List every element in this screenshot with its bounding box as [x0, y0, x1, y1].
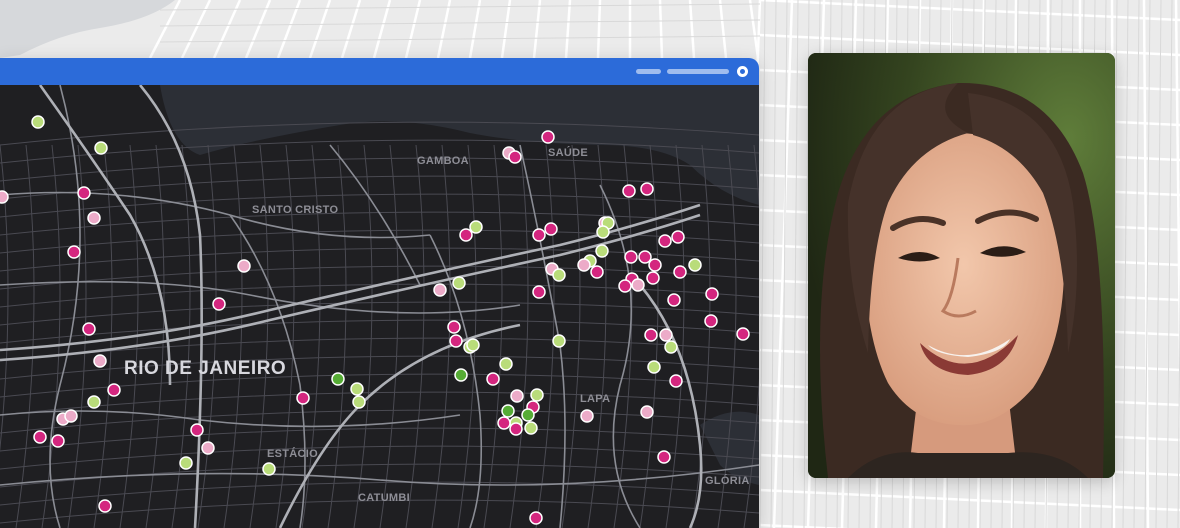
map-marker[interactable]	[530, 388, 544, 402]
map-marker[interactable]	[544, 222, 558, 236]
map-marker[interactable]	[590, 265, 604, 279]
map-marker[interactable]	[510, 389, 524, 403]
city-label: RIO DE JANEIRO	[124, 358, 287, 379]
map-marker[interactable]	[179, 456, 193, 470]
map-marker[interactable]	[212, 297, 226, 311]
map-marker[interactable]	[77, 186, 91, 200]
map-app-window[interactable]: GAMBOA SAÚDE SANTO CRISTO ESTÁCIO CATUMB…	[0, 58, 759, 528]
map-marker[interactable]	[296, 391, 310, 405]
map-marker[interactable]	[262, 462, 276, 476]
map-marker[interactable]	[657, 450, 671, 464]
map-marker[interactable]	[64, 409, 78, 423]
map-marker[interactable]	[201, 441, 215, 455]
map-marker[interactable]	[87, 211, 101, 225]
district-label-catumbi: CATUMBI	[358, 492, 410, 504]
map-marker[interactable]	[433, 283, 447, 297]
map-marker[interactable]	[98, 499, 112, 513]
map-marker[interactable]	[673, 265, 687, 279]
map-marker[interactable]	[497, 416, 511, 430]
map-marker[interactable]	[508, 150, 522, 164]
map-marker[interactable]	[705, 287, 719, 301]
map-marker[interactable]	[93, 354, 107, 368]
dark-city-map[interactable]: GAMBOA SAÚDE SANTO CRISTO ESTÁCIO CATUMB…	[0, 85, 759, 528]
map-marker[interactable]	[459, 228, 473, 242]
map-marker[interactable]	[469, 220, 483, 234]
map-marker[interactable]	[350, 382, 364, 396]
district-label-lapa: LAPA	[580, 393, 611, 405]
map-marker[interactable]	[87, 395, 101, 409]
map-marker[interactable]	[0, 190, 9, 204]
map-marker[interactable]	[237, 259, 251, 273]
map-marker[interactable]	[449, 334, 463, 348]
map-marker[interactable]	[596, 225, 610, 239]
map-marker[interactable]	[640, 405, 654, 419]
map-marker[interactable]	[622, 184, 636, 198]
map-marker[interactable]	[577, 258, 591, 272]
map-marker[interactable]	[529, 511, 543, 525]
map-marker[interactable]	[688, 258, 702, 272]
map-marker[interactable]	[658, 234, 672, 248]
district-label-gloria: GLÓRIA	[705, 475, 750, 487]
map-marker[interactable]	[664, 340, 678, 354]
map-marker[interactable]	[552, 334, 566, 348]
map-marker[interactable]	[552, 268, 566, 282]
map-marker[interactable]	[331, 372, 345, 386]
map-marker[interactable]	[466, 338, 480, 352]
district-label-saude: SAÚDE	[548, 147, 589, 159]
map-marker[interactable]	[669, 374, 683, 388]
map-marker[interactable]	[595, 244, 609, 258]
map-marker[interactable]	[82, 322, 96, 336]
map-marker[interactable]	[640, 182, 654, 196]
map-marker[interactable]	[532, 228, 546, 242]
title-bar-placeholder	[636, 69, 661, 74]
map-marker[interactable]	[671, 230, 685, 244]
map-marker[interactable]	[736, 327, 750, 341]
map-marker[interactable]	[67, 245, 81, 259]
portrait-illustration	[808, 53, 1115, 478]
map-marker[interactable]	[501, 404, 515, 418]
map-marker[interactable]	[190, 423, 204, 437]
portrait-photo	[808, 53, 1115, 478]
map-marker[interactable]	[638, 250, 652, 264]
window-title-bar	[0, 58, 759, 85]
map-marker[interactable]	[521, 408, 535, 422]
map-marker[interactable]	[646, 271, 660, 285]
map-marker[interactable]	[107, 383, 121, 397]
map-marker[interactable]	[631, 278, 645, 292]
map-marker[interactable]	[51, 434, 65, 448]
district-label-santo-cristo: SANTO CRISTO	[252, 204, 339, 216]
map-marker[interactable]	[94, 141, 108, 155]
map-marker[interactable]	[647, 360, 661, 374]
map-marker[interactable]	[452, 276, 466, 290]
map-marker[interactable]	[447, 320, 461, 334]
map-marker[interactable]	[624, 250, 638, 264]
title-bar-placeholder	[667, 69, 729, 74]
map-marker[interactable]	[667, 293, 681, 307]
map-marker[interactable]	[509, 422, 523, 436]
map-marker[interactable]	[659, 328, 673, 342]
map-marker[interactable]	[580, 409, 594, 423]
map-marker[interactable]	[618, 279, 632, 293]
map-marker[interactable]	[31, 115, 45, 129]
map-marker[interactable]	[524, 421, 538, 435]
map-marker[interactable]	[486, 372, 500, 386]
district-label-estacio: ESTÁCIO	[267, 448, 318, 460]
map-marker[interactable]	[704, 314, 718, 328]
map-marker[interactable]	[352, 395, 366, 409]
map-marker[interactable]	[541, 130, 555, 144]
map-marker[interactable]	[33, 430, 47, 444]
district-label-gamboa: GAMBOA	[417, 155, 469, 167]
map-marker[interactable]	[644, 328, 658, 342]
map-marker[interactable]	[648, 258, 662, 272]
window-control-button[interactable]	[737, 66, 748, 77]
map-marker[interactable]	[499, 357, 513, 371]
map-marker[interactable]	[532, 285, 546, 299]
map-marker[interactable]	[454, 368, 468, 382]
